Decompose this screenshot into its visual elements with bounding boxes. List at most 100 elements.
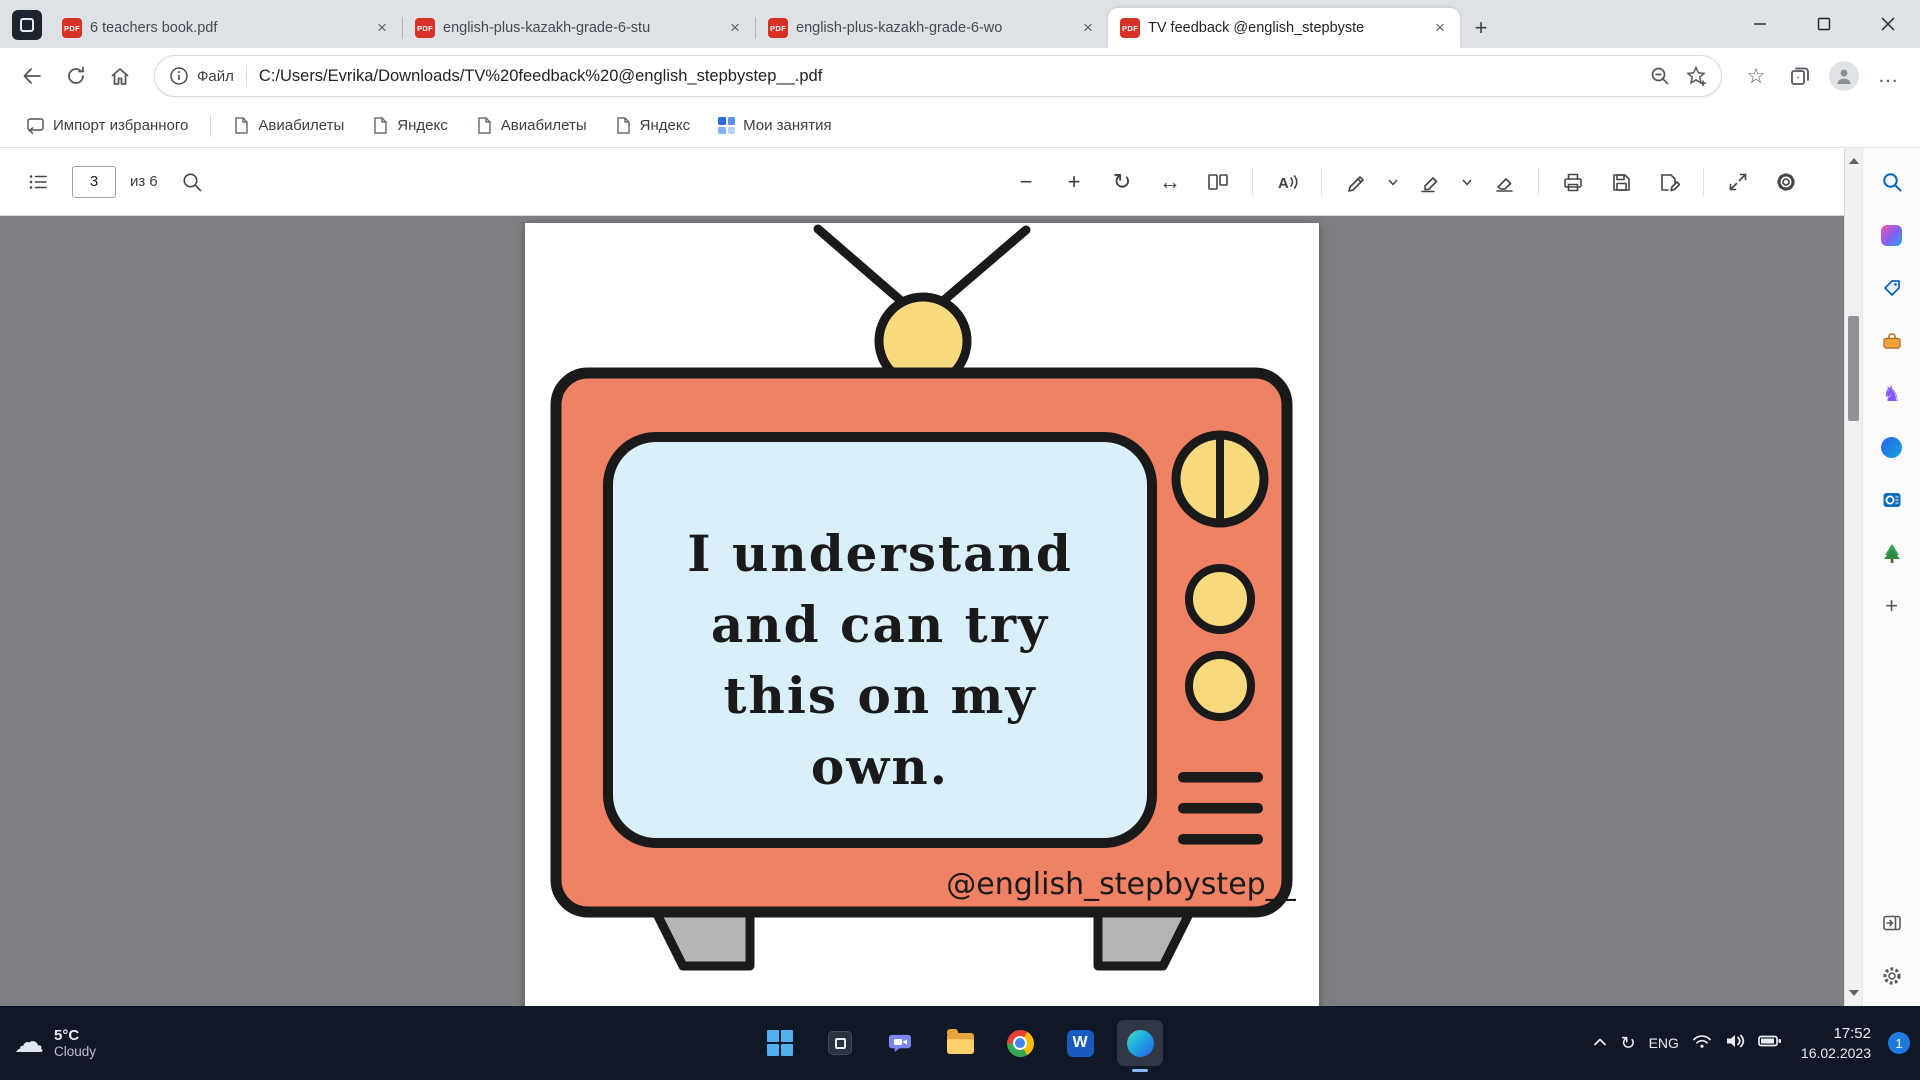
pdf-scrollbar[interactable] [1844, 148, 1862, 1006]
collections-button[interactable] [1780, 56, 1820, 96]
volume-button[interactable] [1725, 1033, 1745, 1054]
edge-button[interactable] [1117, 1020, 1163, 1066]
wifi-button[interactable] [1692, 1033, 1712, 1054]
bookmark-aviabilety-1[interactable]: Авиабилеты [223, 110, 354, 141]
bookmark-label: Яндекс [397, 117, 447, 134]
draw-options-chevron[interactable] [1384, 162, 1402, 202]
add-favorite-icon[interactable] [1685, 65, 1707, 87]
notification-badge[interactable]: 1 [1888, 1032, 1910, 1054]
sidebar-settings-button[interactable] [1876, 960, 1908, 992]
language-indicator[interactable]: ENG [1649, 1035, 1679, 1051]
sidebar-search-button[interactable] [1876, 166, 1908, 198]
highlight-button[interactable] [1410, 162, 1450, 202]
close-window-button[interactable] [1856, 0, 1920, 48]
save-button[interactable] [1601, 162, 1641, 202]
chrome-button[interactable] [997, 1020, 1043, 1066]
close-icon[interactable]: × [1430, 18, 1450, 38]
sidebar-toolbox-button[interactable] [1876, 325, 1908, 357]
read-aloud-button[interactable]: A [1267, 162, 1307, 202]
speaker-line [1178, 834, 1263, 845]
page-count-label: из 6 [130, 173, 158, 190]
sidebar-outlook-button[interactable] [1876, 484, 1908, 516]
sidebar-copilot-button[interactable] [1876, 219, 1908, 251]
instagram-handle: @english_stepbystep__ [946, 867, 1296, 902]
highlight-options-chevron[interactable] [1458, 162, 1476, 202]
sync-icon[interactable]: ↻ [1620, 1034, 1635, 1052]
maximize-button[interactable] [1792, 0, 1856, 48]
menu-ellipsis-button[interactable]: … [1868, 56, 1908, 96]
new-tab-button[interactable]: + [1466, 13, 1496, 43]
start-button[interactable] [757, 1020, 803, 1066]
expand-icon [1727, 171, 1749, 193]
save-icon [1610, 171, 1632, 193]
sidebar-shopping-button[interactable] [1876, 272, 1908, 304]
contents-button[interactable] [18, 162, 58, 202]
tab-label: english-plus-kazakh-grade-6-stu [443, 20, 717, 36]
draw-button[interactable] [1336, 162, 1376, 202]
weather-widget[interactable]: ☁ 5°C Cloudy [14, 1027, 96, 1059]
bookmark-moi-zanyatiya[interactable]: Мои занятия [708, 111, 842, 140]
pdf-file-icon: PDF [1120, 18, 1140, 38]
sidebar-grow-button[interactable] [1876, 537, 1908, 569]
fullscreen-button[interactable] [1718, 162, 1758, 202]
profile-avatar[interactable] [1824, 56, 1864, 96]
sidebar-add-button[interactable]: + [1876, 590, 1908, 622]
bookmark-import-favorites[interactable]: Импорт избранного [16, 110, 198, 141]
file-explorer-button[interactable] [937, 1020, 983, 1066]
tab-label: english-plus-kazakh-grade-6-wo [796, 20, 1070, 36]
sidebar-m365-button[interactable] [1876, 431, 1908, 463]
hidden-icons-button[interactable] [1593, 1034, 1607, 1052]
tab-student-book[interactable]: PDF english-plus-kazakh-grade-6-stu × [403, 8, 755, 48]
erase-button[interactable] [1484, 162, 1524, 202]
close-icon[interactable]: × [372, 18, 392, 38]
tab-teachers-book[interactable]: PDF 6 teachers book.pdf × [50, 8, 402, 48]
address-bar[interactable]: Файл C:/Users/Evrika/Downloads/TV%20feed… [154, 55, 1722, 97]
scroll-down-button[interactable] [1845, 980, 1862, 1006]
print-button[interactable] [1553, 162, 1593, 202]
taskbar-clock[interactable]: 17:52 16.02.2023 [1801, 1024, 1871, 1062]
tv-knob-2 [1189, 655, 1251, 717]
scrollbar-thumb[interactable] [1848, 316, 1859, 421]
task-view-button[interactable] [817, 1020, 863, 1066]
zoom-out-button[interactable]: − [1006, 162, 1046, 202]
windows-taskbar: ☁ 5°C Cloudy W [0, 1006, 1920, 1080]
tab-workspaces-icon[interactable] [12, 10, 42, 40]
back-button[interactable] [12, 56, 52, 96]
toolbox-icon [1881, 330, 1903, 352]
bookmark-yandex-2[interactable]: Яндекс [605, 110, 700, 141]
gear-icon [1775, 171, 1797, 193]
pdf-viewport[interactable]: I understand and can try this on my own.… [0, 216, 1844, 1006]
pdf-search-button[interactable] [172, 162, 212, 202]
pdf-settings-button[interactable] [1766, 162, 1806, 202]
minimize-button[interactable] [1728, 0, 1792, 48]
sidebar-panel-button[interactable] [1876, 907, 1908, 939]
close-icon[interactable]: × [1078, 18, 1098, 38]
toolbar-divider [1703, 168, 1704, 196]
page-number-input[interactable] [72, 166, 116, 198]
tab-tv-feedback-active[interactable]: PDF TV feedback @english_stepbyste × [1108, 8, 1460, 48]
page-icon [476, 116, 493, 135]
tab-workbook[interactable]: PDF english-plus-kazakh-grade-6-wo × [756, 8, 1108, 48]
battery-button[interactable] [1758, 1034, 1782, 1053]
zoom-in-button[interactable]: + [1054, 162, 1094, 202]
favorites-button[interactable]: ☆ [1736, 56, 1776, 96]
toolbar-divider [1321, 168, 1322, 196]
word-button[interactable]: W [1057, 1020, 1103, 1066]
rotate-button[interactable]: ↻ [1102, 162, 1142, 202]
bookmark-yandex-1[interactable]: Яндекс [362, 110, 457, 141]
home-button[interactable] [100, 56, 140, 96]
fit-width-button[interactable]: ↔ [1150, 162, 1190, 202]
scroll-up-button[interactable] [1845, 148, 1862, 174]
tab-label: 6 teachers book.pdf [90, 20, 364, 36]
close-icon[interactable]: × [725, 18, 745, 38]
bookmark-aviabilety-2[interactable]: Авиабилеты [466, 110, 597, 141]
page-view-button[interactable] [1198, 162, 1238, 202]
teams-chat-button[interactable] [877, 1020, 923, 1066]
scrollbar-track[interactable] [1845, 174, 1862, 980]
zoom-indicator-icon[interactable] [1649, 65, 1671, 87]
refresh-button[interactable] [56, 56, 96, 96]
close-icon [1881, 17, 1895, 31]
save-as-button[interactable] [1649, 162, 1689, 202]
sidebar-games-button[interactable]: ♞ [1876, 378, 1908, 410]
wifi-icon [1692, 1033, 1712, 1049]
